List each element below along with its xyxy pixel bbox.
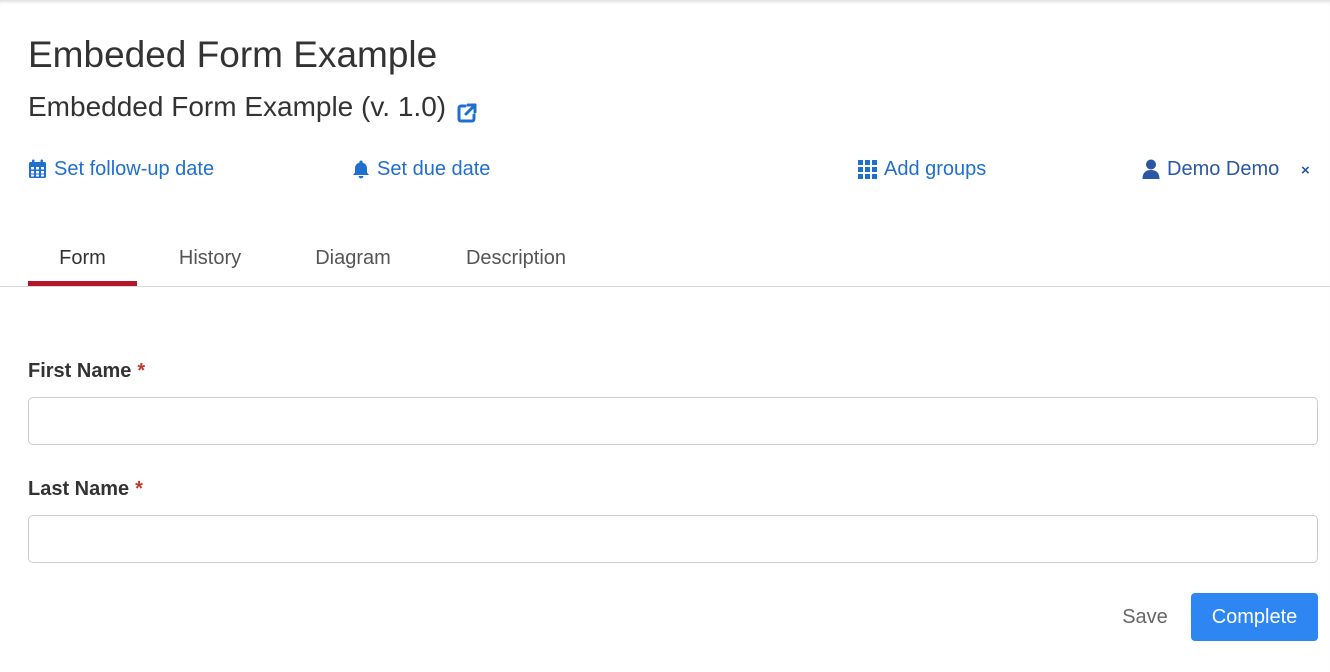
tab-description[interactable]: Description — [440, 232, 592, 286]
set-due-date-link[interactable]: Set due date — [352, 156, 490, 182]
set-follow-up-date-link[interactable]: Set follow-up date — [28, 156, 214, 182]
task-tabs: Form History Diagram Description — [0, 232, 1330, 287]
assignee-name: Demo Demo — [1167, 158, 1280, 180]
complete-button[interactable]: Complete — [1191, 593, 1318, 641]
save-button[interactable]: Save — [1108, 593, 1182, 641]
tab-form[interactable]: Form — [28, 232, 137, 286]
process-name-text[interactable]: Embedded Form Example (v. 1.0) — [28, 88, 446, 126]
required-marker: * — [135, 478, 143, 500]
process-name: Embedded Form Example (v. 1.0) — [28, 88, 478, 126]
set-due-date-label: Set due date — [377, 158, 491, 180]
tab-diagram[interactable]: Diagram — [291, 232, 415, 286]
external-link-icon[interactable] — [456, 96, 478, 123]
remove-assignee-icon[interactable]: × — [1301, 160, 1310, 182]
first-name-label-text: First Name — [28, 360, 132, 382]
assignee-link[interactable]: Demo Demo — [1142, 156, 1279, 182]
bell-icon — [353, 160, 369, 179]
set-follow-up-date-label: Set follow-up date — [54, 158, 215, 180]
add-groups-link[interactable]: Add groups — [858, 156, 986, 182]
add-groups-label: Add groups — [884, 158, 987, 180]
task-name: Embeded Form Example — [28, 34, 438, 75]
first-name-input[interactable] — [28, 397, 1318, 445]
tab-history[interactable]: History — [152, 232, 268, 286]
task-form-page: Embeded Form Example Embedded Form Examp… — [0, 0, 1330, 672]
required-marker: * — [137, 360, 146, 382]
last-name-label-text: Last Name — [28, 478, 130, 500]
last-name-label: Last Name * — [28, 476, 143, 502]
grid-icon — [858, 159, 877, 179]
last-name-input[interactable] — [28, 515, 1318, 563]
user-icon — [1142, 159, 1160, 179]
calendar-icon — [29, 159, 46, 178]
first-name-label: First Name * — [28, 358, 145, 384]
